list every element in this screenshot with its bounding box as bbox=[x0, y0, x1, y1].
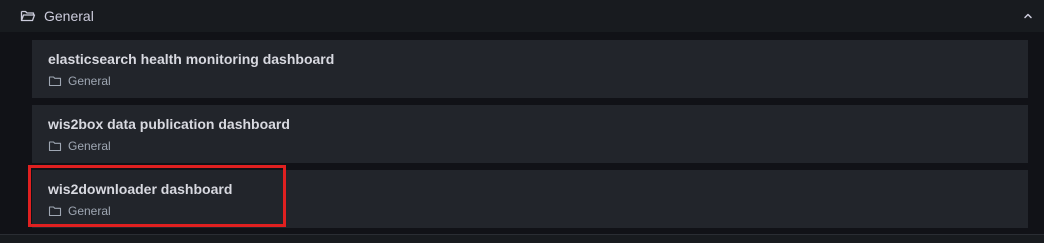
folder-title: General bbox=[44, 8, 94, 24]
dashboard-title[interactable]: wis2downloader dashboard bbox=[48, 180, 232, 198]
dashboard-folder-tag: General bbox=[48, 74, 111, 88]
bottom-divider bbox=[0, 234, 1044, 243]
dashboard-list: elasticsearch health monitoring dashboar… bbox=[0, 32, 1044, 243]
folder-icon bbox=[48, 206, 62, 217]
dashboard-card-elasticsearch[interactable]: elasticsearch health monitoring dashboar… bbox=[32, 40, 1028, 98]
folder-icon bbox=[48, 141, 62, 152]
dashboard-folder-tag: General bbox=[48, 204, 111, 218]
dashboard-folder-label: General bbox=[68, 139, 111, 153]
folder-section-header[interactable]: General bbox=[0, 0, 1044, 32]
dashboard-folder-tag: General bbox=[48, 139, 111, 153]
folder-open-icon bbox=[20, 10, 36, 22]
folder-icon bbox=[48, 76, 62, 87]
chevron-up-icon[interactable] bbox=[1022, 10, 1034, 22]
dashboard-title[interactable]: wis2box data publication dashboard bbox=[48, 115, 290, 133]
dashboard-folder-label: General bbox=[68, 204, 111, 218]
dashboard-title[interactable]: elasticsearch health monitoring dashboar… bbox=[48, 50, 334, 68]
dashboard-card-wis2box[interactable]: wis2box data publication dashboard Gener… bbox=[32, 105, 1028, 163]
dashboard-folder-label: General bbox=[68, 74, 111, 88]
dashboard-card-wis2downloader[interactable]: wis2downloader dashboard General bbox=[32, 170, 1028, 228]
